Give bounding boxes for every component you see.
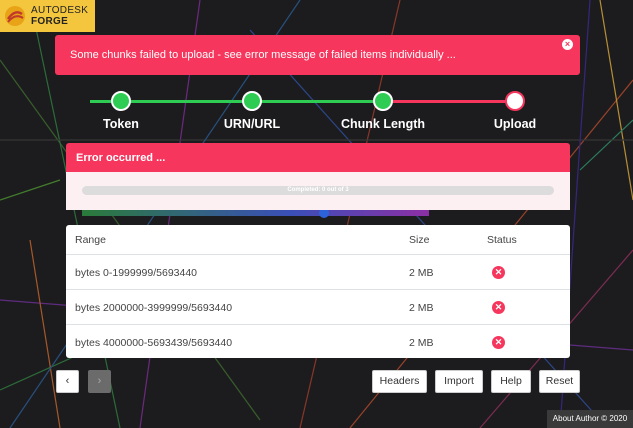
step-token[interactable]: Token <box>71 91 171 131</box>
chunks-table: Range Size Status bytes 0-1999999/569344… <box>66 225 570 358</box>
error-card: Error occurred ... Completed: 0 out of 3 <box>66 143 570 210</box>
error-icon: ✕ <box>492 301 505 314</box>
upload-progress-bar: Completed: 0 out of 3 <box>82 186 554 195</box>
step-label: Token <box>103 117 139 131</box>
step-pending-icon <box>505 91 525 111</box>
reset-button[interactable]: Reset <box>539 370 580 393</box>
step-complete-icon <box>373 91 393 111</box>
import-button[interactable]: Import <box>435 370 483 393</box>
prev-page-button[interactable]: ‹ <box>56 370 79 393</box>
table-row: bytes 4000000-5693439/5693440 2 MB ✕ <box>66 324 570 359</box>
cell-size: 2 MB <box>409 337 434 349</box>
close-icon[interactable]: × <box>562 39 573 50</box>
cell-range: bytes 2000000-3999999/5693440 <box>75 302 233 314</box>
step-chunk-length[interactable]: Chunk Length <box>333 91 433 131</box>
table-row: bytes 0-1999999/5693440 2 MB ✕ <box>66 254 570 289</box>
decorative-bar <box>82 210 429 216</box>
step-label: URN/URL <box>223 117 281 131</box>
about-author-link[interactable]: About Author © 2020 <box>547 410 633 428</box>
table-header-row: Range Size Status <box>66 225 570 254</box>
alert-message: Some chunks failed to upload - see error… <box>70 49 456 61</box>
error-alert: Some chunks failed to upload - see error… <box>55 35 580 75</box>
column-header-range: Range <box>75 234 106 246</box>
upload-stepper: Token URN/URL Chunk Length Upload <box>0 85 633 135</box>
step-upload[interactable]: Upload <box>465 91 565 131</box>
cell-size: 2 MB <box>409 267 434 279</box>
table-row: bytes 2000000-3999999/5693440 2 MB ✕ <box>66 289 570 324</box>
cell-range: bytes 0-1999999/5693440 <box>75 267 198 279</box>
step-complete-icon <box>242 91 262 111</box>
headers-button[interactable]: Headers <box>372 370 427 393</box>
forge-logo-icon <box>5 6 25 26</box>
error-icon: ✕ <box>492 266 505 279</box>
cell-size: 2 MB <box>409 302 434 314</box>
logo-line2: FORGE <box>31 16 69 27</box>
step-urn-url[interactable]: URN/URL <box>202 91 302 131</box>
error-icon: ✕ <box>492 336 505 349</box>
step-label: Chunk Length <box>340 117 425 131</box>
autodesk-forge-logo: AUTODESK FORGE <box>0 0 95 32</box>
error-card-title: Error occurred ... <box>66 143 570 172</box>
step-complete-icon <box>111 91 131 111</box>
logo-line1: AUTODESK <box>31 5 89 16</box>
next-page-button[interactable]: › <box>88 370 111 393</box>
column-header-status: Status <box>487 234 517 246</box>
help-button[interactable]: Help <box>491 370 531 393</box>
step-label: Upload <box>493 117 537 131</box>
column-header-size: Size <box>409 234 430 246</box>
cell-range: bytes 4000000-5693439/5693440 <box>75 337 233 349</box>
